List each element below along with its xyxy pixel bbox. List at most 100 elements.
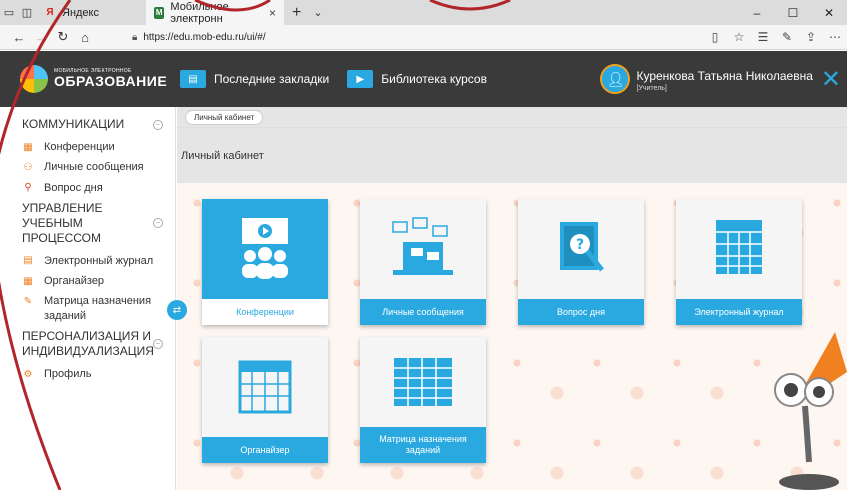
book-icon: ▤	[180, 70, 206, 88]
tile-label: Электронный журнал	[676, 299, 802, 325]
search-icon: ⚲	[24, 182, 32, 194]
tile-label: Личные сообщения	[360, 299, 486, 325]
sidebar-item-label: Электронный журнал	[44, 254, 154, 267]
user-profile[interactable]: 👤︎ Куренкова Татьяна Николаевна [Учитель…	[600, 64, 813, 94]
sidebar-section-personalization: ПЕРСОНАЛИЗАЦИЯ И ИНДИВИДУАЛИЗАЦИЯ – ⚙ Пр…	[0, 329, 175, 381]
avatar: 👤︎	[600, 64, 631, 94]
collapse-section-icon[interactable]: –	[153, 339, 163, 350]
user-role: [Учитель]	[636, 84, 667, 92]
maximize-icon[interactable]: ☐	[775, 6, 811, 20]
close-tab-icon[interactable]: ×	[269, 6, 276, 20]
breadcrumb: Личный кабинет	[177, 107, 847, 127]
tile-label: Матрица назначения заданий	[360, 427, 486, 463]
sidebar-item-label: Профиль	[44, 368, 92, 381]
forward-icon[interactable]: →	[30, 30, 52, 45]
tile-organizer[interactable]: Органайзер	[202, 337, 328, 463]
envelope-icon	[360, 199, 486, 299]
calendar-icon: ▦	[23, 275, 33, 287]
section-title[interactable]: УПРАВЛЕНИЕ УЧЕБНЫМ ПРОЦЕССОМ –	[22, 201, 175, 246]
breadcrumb-item[interactable]: Личный кабинет	[185, 109, 264, 125]
minimize-icon[interactable]: –	[739, 6, 775, 20]
robot-mascot-icon	[774, 332, 847, 490]
browser-tab-yandex[interactable]: Я Яндекс	[36, 0, 146, 25]
collapse-section-icon[interactable]: –	[153, 119, 163, 130]
browser-tabbar: ▭ ◫ Я Яндекс M Мобильное электронн × + ⌄…	[0, 0, 847, 25]
main-content: Личный кабинет Личный кабинет Конференци…	[177, 107, 847, 490]
gear-icon: ⚙	[23, 368, 33, 380]
page-title: Личный кабинет	[181, 149, 264, 162]
sidebar-item-task-matrix[interactable]: ✎ Матрица назначения заданий	[22, 294, 175, 323]
favorites-hub-icon[interactable]: ☰	[751, 30, 775, 44]
sidebar-item-label: Личные сообщения	[44, 161, 144, 174]
yandex-favicon-icon: Я	[46, 7, 54, 18]
home-icon[interactable]: ⌂	[74, 30, 96, 45]
pen-icon[interactable]: ✎	[775, 30, 799, 44]
tab-label: Мобильное электронн	[170, 0, 229, 25]
url-text: https://edu.mob-edu.ru/ui/#/	[143, 31, 266, 43]
logo-text: МОБИЛЬНОЕ ЭЛЕКТРОННОЕ ОБРАЗОВАНИЕ	[54, 68, 168, 90]
sidebar-item-label: Конференции	[44, 141, 115, 153]
sidebar-item-journal[interactable]: ▤ Электронный журнал	[22, 254, 175, 268]
logo-mark-icon	[20, 65, 48, 93]
tile-electronic-journal[interactable]: Электронный журнал	[676, 199, 802, 325]
app-header: МОБИЛЬНОЕ ЭЛЕКТРОННОЕ ОБРАЗОВАНИЕ ▤ Посл…	[0, 51, 847, 107]
section-title[interactable]: КОММУНИКАЦИИ –	[22, 117, 175, 132]
favorite-star-icon[interactable]: ☆	[727, 30, 751, 44]
journal-icon: ▤	[23, 255, 33, 267]
url-field[interactable]: 🔒︎ https://edu.mob-edu.ru/ui/#/	[132, 32, 266, 43]
recent-bookmarks-link[interactable]: ▤ Последние закладки	[180, 70, 329, 88]
video-library-icon: ▶	[347, 70, 374, 88]
close-icon[interactable]: ✕	[821, 65, 841, 94]
section-title[interactable]: ПЕРСОНАЛИЗАЦИЯ И ИНДИВИДУАЛИЗАЦИЯ –	[22, 329, 175, 359]
tile-label: Органайзер	[202, 437, 328, 463]
conference-icon	[202, 199, 328, 299]
sidebar-item-conferences[interactable]: ▦ Конференции	[22, 140, 175, 154]
page-title-bar: Личный кабинет	[177, 127, 847, 183]
matrix-grid-icon	[360, 337, 486, 427]
tile-conferences[interactable]: Конференции	[202, 199, 328, 325]
section-title-text: УПРАВЛЕНИЕ УЧЕБНЫМ ПРОЦЕССОМ	[22, 200, 103, 245]
tab-actions-icon[interactable]: ▭	[0, 0, 18, 25]
chevron-down-icon[interactable]: ⌄	[313, 6, 322, 19]
tile-question-of-day[interactable]: ? Вопрос дня	[518, 199, 644, 325]
logo-big-text: ОБРАЗОВАНИЕ	[54, 72, 168, 89]
sidebar-item-organizer[interactable]: ▦ Органайзер	[22, 274, 175, 288]
collapse-section-icon[interactable]: –	[153, 218, 163, 229]
sidebar-item-question-of-day[interactable]: ⚲ Вопрос дня	[22, 181, 175, 195]
question-book-icon: ?	[518, 199, 644, 299]
sidebar-section-communications: КОММУНИКАЦИИ – ▦ Конференции ⚇ Личные со…	[0, 117, 175, 195]
toggle-sidebar-icon[interactable]: ⇄	[167, 300, 187, 320]
refresh-icon[interactable]: ↻	[52, 29, 74, 45]
chat-icon: ⚇	[23, 161, 33, 173]
more-icon[interactable]: ⋯	[823, 30, 847, 44]
sidebar: КОММУНИКАЦИИ – ▦ Конференции ⚇ Личные со…	[0, 107, 176, 490]
sidebar-item-messages[interactable]: ⚇ Личные сообщения	[22, 160, 175, 174]
tab-set-aside-icon[interactable]: ◫	[18, 0, 36, 25]
section-title-text: КОММУНИКАЦИИ	[22, 117, 125, 131]
library-label: Библиотека курсов	[381, 72, 487, 86]
journal-grid-icon	[676, 199, 802, 299]
close-window-icon[interactable]: ✕	[811, 6, 847, 20]
edit-icon: ✎	[23, 295, 33, 307]
sidebar-item-profile[interactable]: ⚙ Профиль	[22, 367, 175, 381]
window-controls: – ☐ ✕	[739, 6, 847, 20]
conference-icon: ▦	[23, 141, 33, 153]
reading-view-icon[interactable]: ▯	[703, 30, 727, 44]
tile-label: Вопрос дня	[518, 299, 644, 325]
mob-edu-favicon-icon: M	[154, 6, 165, 19]
back-icon[interactable]: ←	[8, 30, 30, 45]
tile-label: Конференции	[202, 299, 328, 325]
address-bar: ← → ↻ ⌂ 🔒︎ https://edu.mob-edu.ru/ui/#/ …	[0, 25, 847, 50]
tab-label: Яндекс	[62, 6, 99, 19]
logo[interactable]: МОБИЛЬНОЕ ЭЛЕКТРОННОЕ ОБРАЗОВАНИЕ	[20, 65, 170, 93]
share-icon[interactable]: ⇪	[799, 30, 823, 44]
tile-personal-messages[interactable]: Личные сообщения	[360, 199, 486, 325]
section-title-text: ПЕРСОНАЛИЗАЦИЯ И ИНДИВИДУАЛИЗАЦИЯ	[22, 329, 154, 359]
new-tab-icon[interactable]: +	[292, 4, 301, 22]
browser-tab-mob-edu[interactable]: M Мобильное электронн ×	[146, 0, 284, 25]
bookmarks-label: Последние закладки	[214, 72, 330, 86]
sidebar-item-label: Органайзер	[44, 275, 105, 288]
course-library-link[interactable]: ▶ Библиотека курсов	[347, 70, 487, 88]
tile-task-matrix[interactable]: Матрица назначения заданий	[360, 337, 486, 463]
user-name: Куренкова Татьяна Николаевна	[636, 68, 813, 83]
